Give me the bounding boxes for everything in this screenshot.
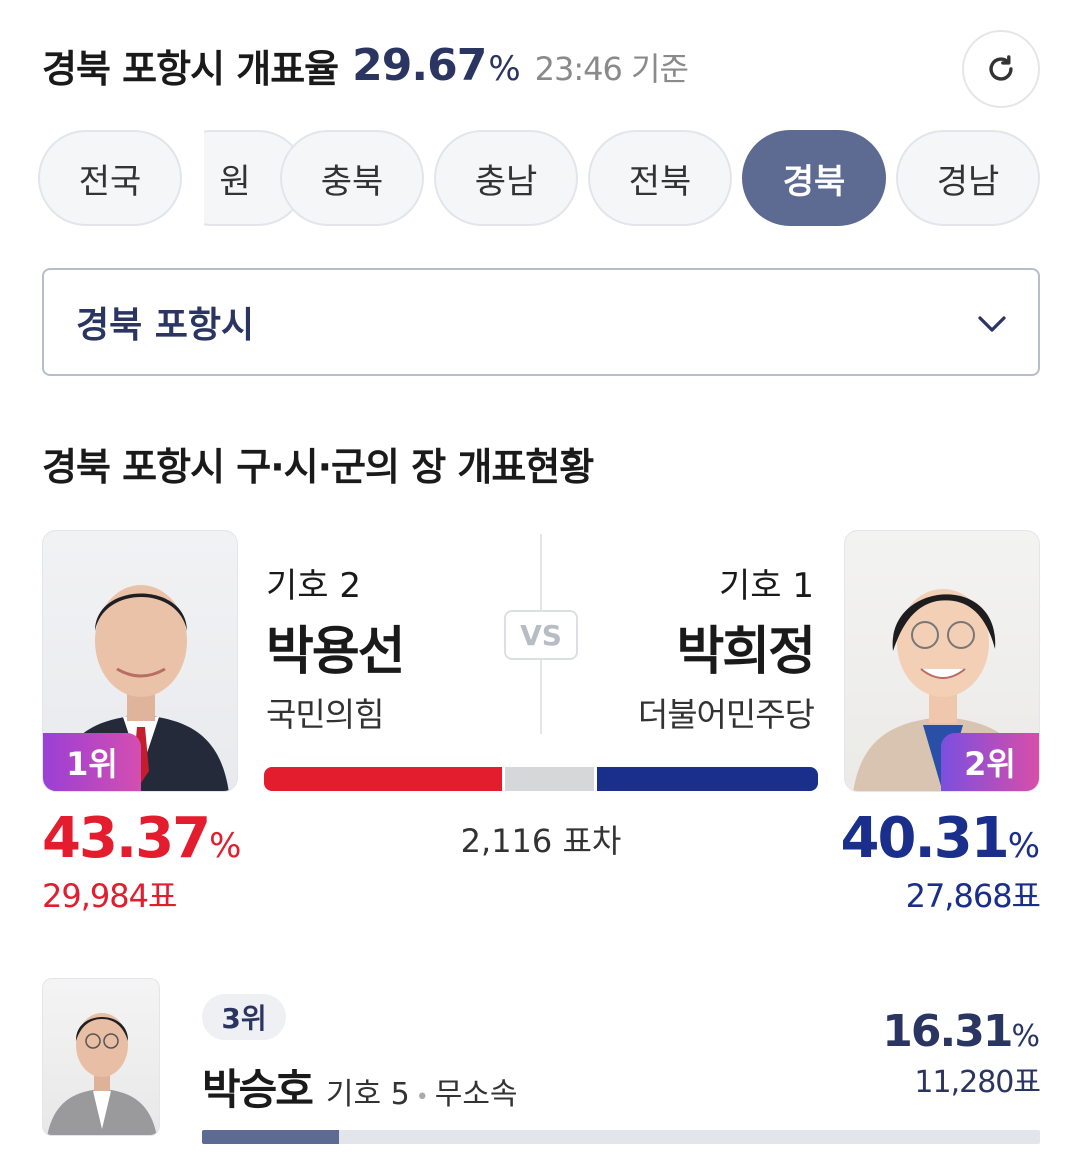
candidate-number-left: 기호 2 [266, 566, 361, 606]
vs-badge: VS [504, 610, 578, 660]
tab-nationwide[interactable]: 전국 [38, 130, 182, 226]
section-title: 경북 포항시 구·시·군의 장 개표현황 [42, 445, 594, 489]
progress-bar-third-fill [202, 1130, 339, 1144]
candidate-name-third: 박승호 [202, 1065, 314, 1114]
candidate-photo-third[interactable] [42, 978, 160, 1136]
rank-badge-left: 1위 [43, 733, 141, 791]
percent-left: 43.37 [42, 806, 211, 871]
refresh-button[interactable] [962, 30, 1040, 108]
candidate-photo-left[interactable]: 1위 [42, 530, 238, 792]
refresh-icon [989, 55, 1013, 81]
region-tabs: 전국 원 충북 충남 전북 경북 경남 [38, 130, 1042, 228]
tab-gyeongnam[interactable]: 경남 [896, 130, 1040, 226]
versus-bar [264, 767, 819, 791]
candidate-party-left: 국민의힘 [266, 695, 384, 734]
vote-gap: 2,116 표차 [460, 822, 622, 860]
rank-badge-third: 3위 [202, 994, 286, 1040]
tab-gyeongbuk[interactable]: 경북 [742, 130, 886, 226]
tab-chungnam[interactable]: 충남 [434, 130, 578, 226]
tab-jeonbuk[interactable]: 전북 [588, 130, 732, 226]
percent-third: 16.31 [882, 1006, 1013, 1057]
progress-bar-third [202, 1130, 1040, 1144]
candidate-info-right: 기호 1 박희정 더불어민주당 [637, 558, 816, 736]
result-left: 43.37% 29,984표 [42, 806, 241, 917]
versus-bar-left [264, 767, 502, 791]
percent-right: 40.31 [840, 806, 1010, 871]
candidate-info-left: 기호 2 박용선 국민의힘 [266, 558, 406, 736]
candidate-photo-right[interactable]: 2위 [844, 530, 1040, 792]
region-select-value: 경북 포항시 [76, 305, 255, 346]
candidate-portrait-third [47, 1013, 157, 1135]
rank-badge-right: 2위 [941, 733, 1039, 791]
region-select[interactable]: 경북 포항시 [42, 268, 1040, 376]
candidate-number-right: 기호 1 [719, 566, 814, 606]
result-right: 40.31% 27,868표 [840, 806, 1041, 917]
count-rate: 29.67 [352, 39, 487, 91]
header: 경북 포항시 개표율 29.67 % 23:46 기준 [42, 28, 1040, 108]
percent-unit-third: % [1011, 1019, 1040, 1054]
candidate-number-third: 기호 5 [325, 1077, 410, 1112]
candidate-info-third: 박승호 기호 5 • 무소속 [202, 1056, 518, 1117]
votes-right: 27,868표 [905, 877, 1041, 915]
votes-left: 29,984표 [42, 877, 177, 915]
timestamp: 23:46 기준 [534, 50, 689, 88]
tab-chungbuk[interactable]: 충북 [280, 130, 424, 226]
chevron-down-icon [978, 316, 1006, 332]
separator-dot: • [415, 1085, 429, 1110]
percent-unit-left: % [209, 826, 242, 866]
candidate-name-left: 박용선 [266, 622, 406, 682]
candidate-party-third: 무소속 [434, 1077, 518, 1112]
votes-third: 11,280표 [914, 1065, 1041, 1100]
versus-bar-gap [504, 767, 595, 791]
percent-unit-right: % [1007, 826, 1040, 866]
candidate-name-right: 박희정 [676, 622, 816, 682]
versus-bar-right [597, 767, 819, 791]
count-rate-unit: % [488, 49, 521, 89]
page-title: 경북 포항시 개표율 [42, 46, 339, 91]
result-third: 16.31% 11,280표 [882, 1006, 1041, 1101]
candidate-party-right: 더불어민주당 [637, 695, 815, 734]
